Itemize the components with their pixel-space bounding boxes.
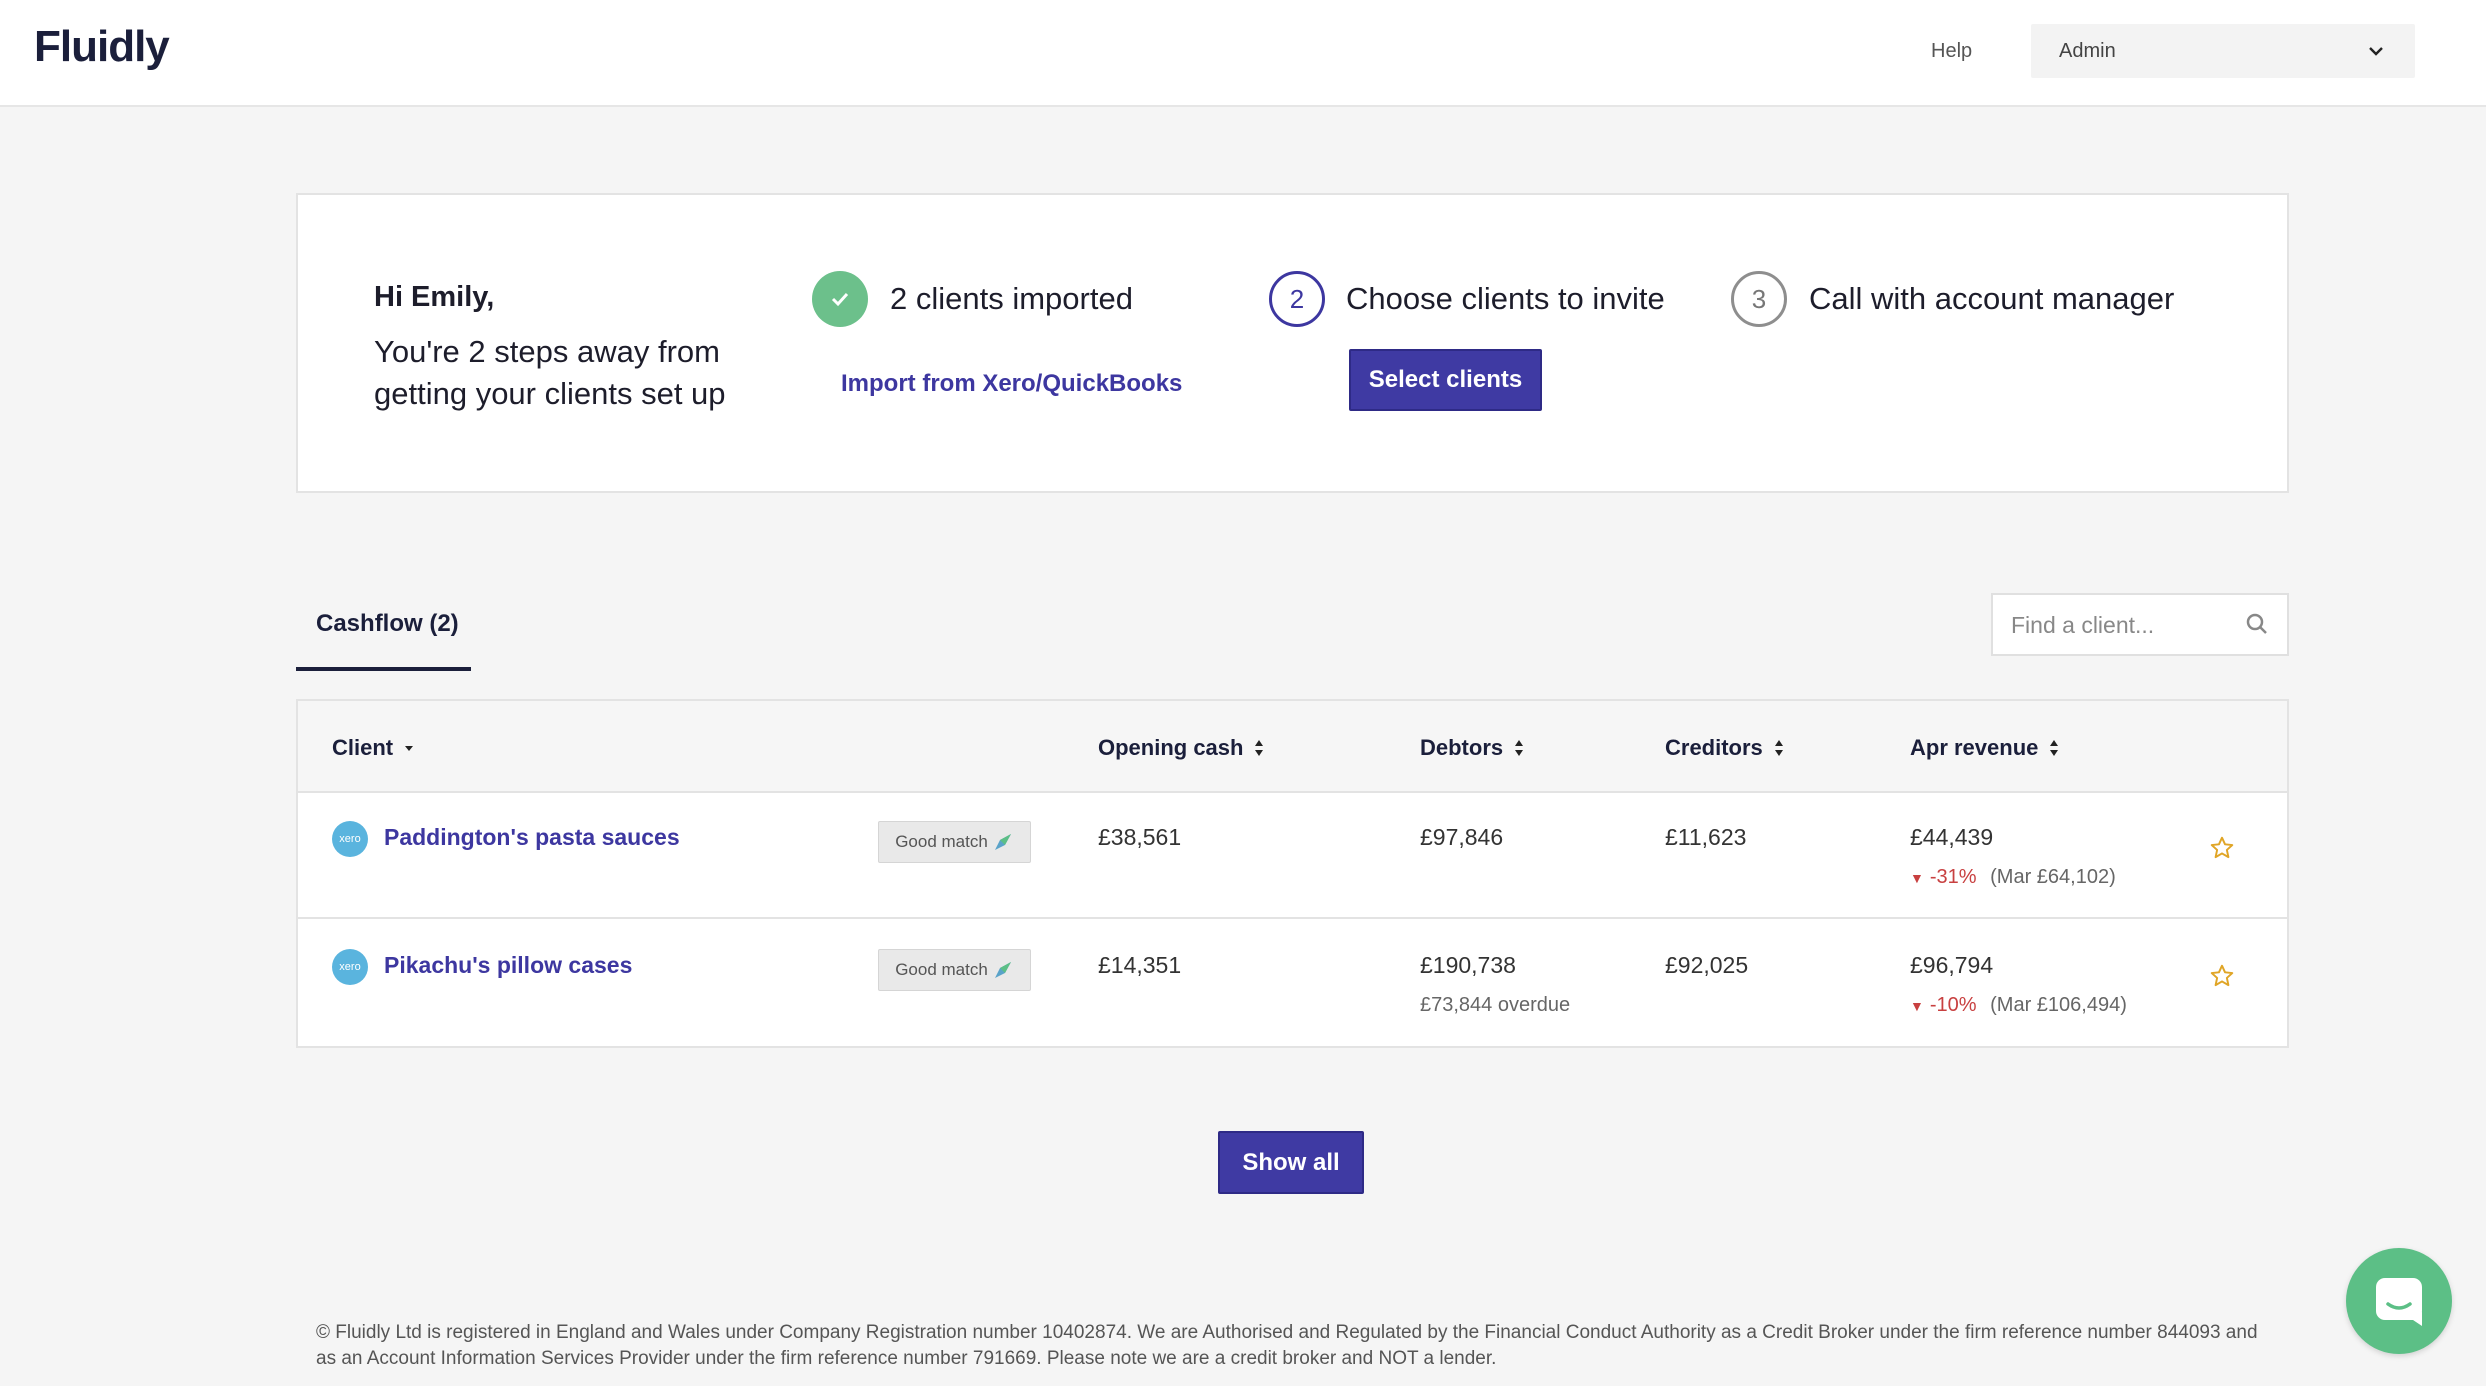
search-input[interactable] (2011, 607, 2231, 643)
client-name-link[interactable]: Pikachu's pillow cases (384, 952, 632, 979)
match-badge-label: Good match (895, 960, 988, 979)
down-arrow-icon: ▼ (1910, 870, 1924, 886)
sort-icon (1774, 740, 1783, 756)
match-badge: Good match (878, 821, 1031, 863)
table-row[interactable]: xero Pikachu's pillow cases Good match £… (298, 921, 2287, 1047)
revenue-change-percent: -10% (1929, 994, 1977, 1016)
revenue-previous: (Mar £106,494) (1990, 994, 2127, 1016)
compass-icon (994, 834, 1011, 850)
debtors-overdue: £73,844 overdue (1420, 994, 1571, 1016)
revenue-change: ▼ -10% (Mar £106,494) (1910, 994, 2127, 1017)
column-header-revenue-label: Apr revenue (1910, 735, 2039, 760)
top-navbar: Fluidly Help Admin (0, 0, 2486, 107)
footer-legal-text: © Fluidly Ltd is registered in England a… (316, 1322, 2258, 1369)
sort-icon (1515, 740, 1524, 756)
column-header-opening-cash[interactable]: Opening cash (1098, 735, 1265, 761)
xero-icon: xero (332, 949, 368, 985)
step-1-label: 2 clients imported (890, 281, 1133, 316)
creditors-value: £92,025 (1665, 952, 1749, 978)
sort-down-icon (405, 746, 414, 751)
column-header-creditors[interactable]: Creditors (1665, 735, 1785, 761)
debtors-value: £190,738 (1420, 952, 1516, 978)
step-1-complete-icon (812, 271, 868, 327)
column-header-debtors-label: Debtors (1420, 735, 1504, 760)
search-icon[interactable] (2245, 612, 2269, 641)
client-name-link[interactable]: Paddington's pasta sauces (384, 824, 680, 851)
sort-icon (2050, 740, 2059, 756)
match-badge-label: Good match (895, 832, 988, 851)
column-header-opening-cash-label: Opening cash (1098, 735, 1244, 760)
logo-text: Fluidly (34, 22, 170, 71)
column-header-revenue[interactable]: Apr revenue (1910, 735, 2060, 761)
revenue-value: £44,439 (1910, 824, 1994, 850)
step-2-label: Choose clients to invite (1346, 281, 1665, 316)
greeting-title: Hi Emily, (374, 281, 495, 313)
opening-cash-value: £14,351 (1098, 952, 1182, 978)
select-clients-button[interactable]: Select clients (1349, 349, 1542, 411)
down-arrow-icon: ▼ (1910, 998, 1924, 1014)
import-xero-quickbooks-link[interactable]: Import from Xero/QuickBooks (841, 370, 1182, 398)
onboarding-card: Hi Emily, You're 2 steps away from getti… (296, 193, 2289, 493)
revenue-change: ▼ -31% (Mar £64,102) (1910, 866, 2116, 889)
star-icon[interactable] (2209, 963, 2235, 994)
creditors-value: £11,623 (1665, 824, 1747, 850)
xero-icon: xero (332, 821, 368, 857)
column-header-client-label: Client (332, 735, 394, 760)
revenue-value: £96,794 (1910, 952, 1994, 978)
revenue-previous: (Mar £64,102) (1990, 866, 2116, 888)
step-3-label: Call with account manager (1809, 281, 2175, 316)
chat-launcher-button[interactable] (2346, 1248, 2452, 1354)
help-link[interactable]: Help (1931, 40, 1972, 63)
step-2-number: 2 (1269, 271, 1325, 327)
client-search[interactable] (1991, 593, 2289, 656)
tab-cashflow[interactable]: Cashflow (2) (296, 600, 471, 671)
clients-table: Client Opening cash Debtors Creditors Ap… (296, 699, 2289, 1048)
tab-cashflow-label: Cashflow (2) (316, 610, 459, 637)
sort-icon (1255, 740, 1264, 756)
compass-icon (994, 962, 1011, 978)
chevron-down-icon (2367, 42, 2385, 65)
revenue-change-percent: -31% (1929, 866, 1977, 888)
fluidly-logo[interactable]: Fluidly (34, 22, 170, 72)
debtors-value: £97,846 (1420, 824, 1504, 850)
step-3-number: 3 (1731, 271, 1787, 327)
match-badge: Good match (878, 949, 1031, 991)
chat-icon (2376, 1278, 2422, 1326)
opening-cash-value: £38,561 (1098, 824, 1182, 850)
column-header-debtors[interactable]: Debtors (1420, 735, 1525, 761)
show-all-button[interactable]: Show all (1218, 1131, 1364, 1194)
column-header-client[interactable]: Client (332, 735, 415, 761)
account-dropdown[interactable]: Admin (2031, 24, 2415, 78)
account-dropdown-value: Admin (2059, 40, 2116, 62)
star-icon[interactable] (2209, 835, 2235, 866)
table-row[interactable]: xero Paddington's pasta sauces Good matc… (298, 793, 2287, 919)
column-header-creditors-label: Creditors (1665, 735, 1763, 760)
check-icon (831, 292, 849, 307)
table-header: Client Opening cash Debtors Creditors Ap… (298, 701, 2287, 793)
greeting-subtitle: You're 2 steps away from getting your cl… (374, 334, 726, 411)
